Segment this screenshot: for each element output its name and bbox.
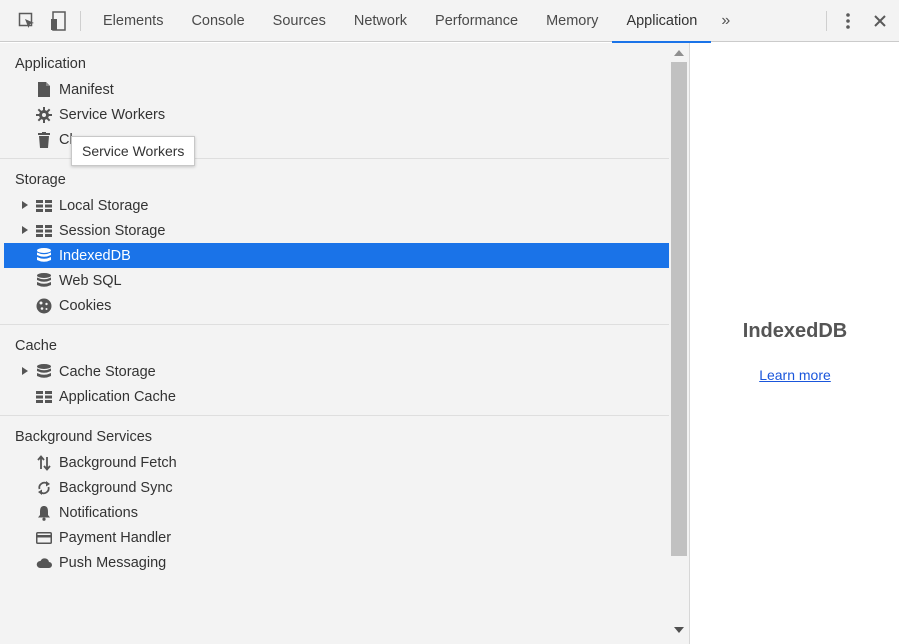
tab-network[interactable]: Network [340,0,421,42]
sidebar-item-cookies[interactable]: Cookies [0,293,668,318]
expand-arrow-icon[interactable] [22,226,28,234]
bell-icon [36,505,52,521]
close-icon[interactable] [867,8,893,34]
tab-application[interactable]: Application [612,0,712,43]
device-toolbar-icon[interactable] [46,8,72,34]
sidebar-item-web-sql[interactable]: Web SQL [0,268,668,293]
cloud-icon [36,555,52,571]
panel-tabs: Elements Console Sources Network Perform… [89,0,712,43]
kebab-menu-icon[interactable] [835,8,861,34]
devtools-toolbar: Elements Console Sources Network Perform… [0,0,899,43]
expand-arrow-icon[interactable] [22,367,28,375]
trash-icon [36,131,52,148]
section-title: Storage [15,172,66,188]
document-icon [36,82,52,98]
database-icon [36,273,52,289]
sidebar-item-label: Web SQL [59,272,122,289]
toolbar-separator [826,10,827,31]
gear-icon [36,106,52,123]
sidebar-item-label: Session Storage [59,222,166,239]
inspect-element-icon[interactable] [14,8,40,34]
main-panel: IndexedDB Learn more [691,43,899,644]
section-background-services: Background Services Background Fetch Bac… [0,416,689,581]
sidebar-item-label: Manifest [59,81,114,98]
tab-elements[interactable]: Elements [89,0,177,42]
database-icon [36,364,52,380]
sidebar-item-label: IndexedDB [59,247,131,264]
section-title: Application [15,56,86,72]
sidebar-item-label: Notifications [59,504,138,521]
sidebar-item-label: Cookies [59,297,112,314]
sidebar-item-label: Cache Storage [59,363,156,380]
sidebar-item-session-storage[interactable]: Session Storage [0,218,668,243]
toolbar-separator [80,10,81,31]
sidebar-item-background-sync[interactable]: Background Sync [0,475,668,500]
sidebar-item-label: Service Workers [59,106,166,123]
arrows-updown-icon [36,454,52,471]
sidebar-item-label: Payment Handler [59,529,172,546]
sidebar-item-background-fetch[interactable]: Background Fetch [0,450,668,475]
section-cache: Cache Cache Storage Application Cache [0,325,689,416]
sidebar-item-manifest[interactable]: Manifest [0,77,668,102]
section-title: Cache [15,338,57,354]
tooltip: Service Workers [71,136,196,166]
sidebar-item-label: Background Fetch [59,454,177,471]
expand-arrow-icon[interactable] [22,201,28,209]
sidebar-item-indexeddb[interactable]: IndexedDB [4,243,669,268]
sidebar-item-label: Push Messaging [59,554,167,571]
cookie-icon [36,298,52,314]
sidebar-item-label: Local Storage [59,197,149,214]
scroll-down-arrow-icon[interactable] [674,627,684,633]
card-icon [36,530,52,546]
grid-icon [36,198,52,214]
scroll-up-arrow-icon[interactable] [674,50,684,56]
sidebar-item-cache-storage[interactable]: Cache Storage [0,359,668,384]
sidebar-item-notifications[interactable]: Notifications [0,500,668,525]
sidebar-item-local-storage[interactable]: Local Storage [0,193,668,218]
grid-icon [36,389,52,405]
section-title: Background Services [15,429,153,445]
learn-more-link[interactable]: Learn more [691,367,899,383]
sidebar-item-service-workers[interactable]: Service Workers [0,102,668,127]
sidebar-item-push-messaging[interactable]: Push Messaging [0,550,668,575]
page-title: IndexedDB [742,320,848,342]
sidebar-item-application-cache[interactable]: Application Cache [0,384,668,409]
section-storage: Storage Local Storage Session Storage In… [0,159,689,325]
more-tabs-button[interactable]: » [711,0,740,42]
scroll-thumb[interactable] [671,62,687,556]
sidebar-scrollbar[interactable] [669,43,689,635]
tab-performance[interactable]: Performance [421,0,532,42]
sidebar-item-payment-handler[interactable]: Payment Handler [0,525,668,550]
tab-memory[interactable]: Memory [532,0,612,42]
grid-icon [36,223,52,239]
tab-console[interactable]: Console [177,0,258,42]
sidebar-item-label: Application Cache [59,388,176,405]
sync-icon [36,480,52,496]
application-sidebar: Application Manifest Service Workers Cl … [0,43,690,644]
tab-sources[interactable]: Sources [259,0,340,42]
database-icon [36,248,52,264]
sidebar-item-label: Background Sync [59,479,173,496]
